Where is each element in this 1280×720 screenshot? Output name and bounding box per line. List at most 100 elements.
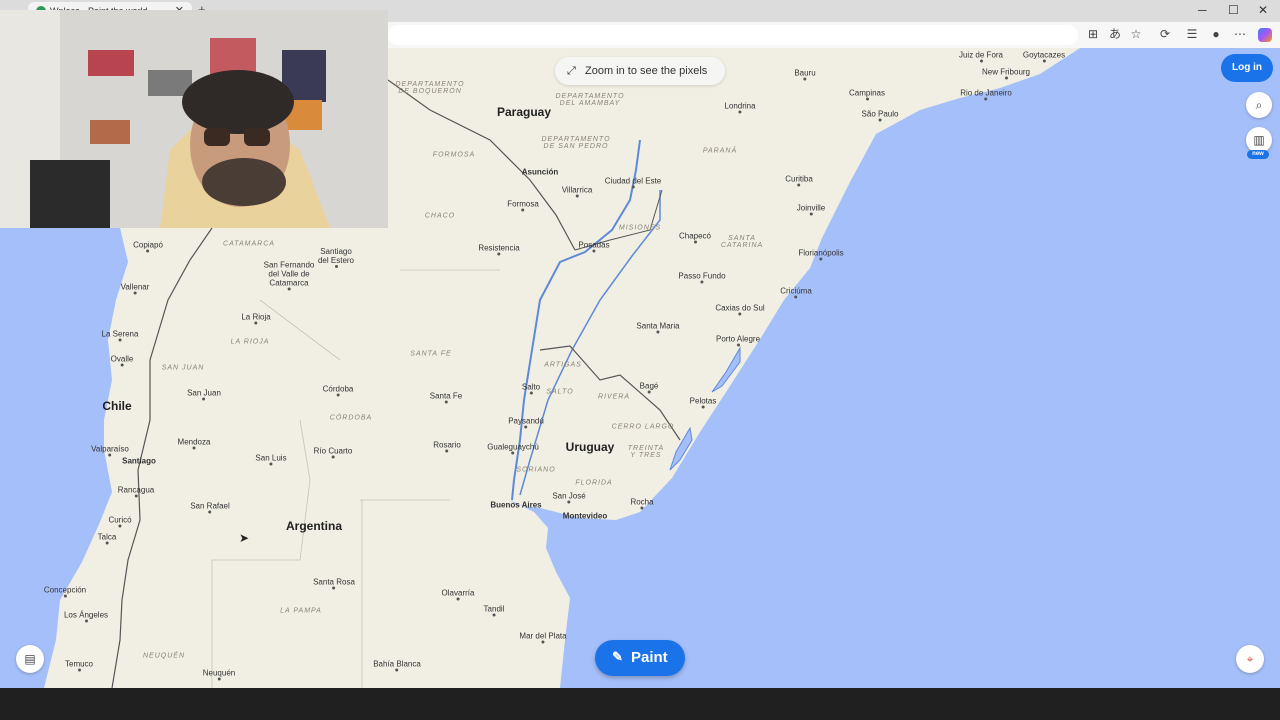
map-label-region: FLORIDA [575, 479, 613, 487]
map-label-city: Criciúma [780, 286, 812, 299]
map-label-region: FORMOSA [432, 151, 476, 159]
favorite-star-icon[interactable]: ☆ [1128, 26, 1144, 42]
map-label-city: Goytacazes [1022, 50, 1066, 63]
map-label-capital: Asunción [521, 167, 559, 177]
map-label-city: Talca [97, 532, 117, 545]
map-label-city: Los Ángeles [63, 610, 109, 623]
map-label-region: SAN JUAN [161, 364, 205, 372]
map-label-city: Ovalle [110, 354, 134, 367]
map-label-city: Villarrica [561, 185, 593, 198]
address-bar[interactable] [388, 25, 1078, 45]
map-label-city: Campinas [848, 88, 886, 101]
map-label-city: Tandil [483, 604, 505, 617]
map-label-city: Pelotas [689, 396, 717, 409]
map-label-region: DEPARTAMENTO DE SAN PEDRO [541, 136, 611, 150]
map-label-city: Vallenar [120, 282, 150, 295]
map-label-region: NEUQUÉN [142, 652, 186, 660]
favorites-list-icon[interactable]: ☰ [1184, 26, 1200, 42]
map-label-city: Curitiba [785, 174, 813, 187]
atlantic-ocean [510, 48, 1280, 688]
map-label-city: Florianópolis [798, 248, 844, 261]
taskbar-strip [0, 688, 1280, 720]
brush-icon: ✎ [612, 649, 623, 664]
map-label-city: Santiago del Estero [317, 247, 355, 268]
login-button[interactable]: Log in [1221, 54, 1273, 82]
map-label-city: Rosario [433, 440, 461, 453]
map-label-city: Río Cuarto [313, 446, 353, 459]
map-label-capital: Buenos Aires [490, 500, 542, 510]
map-label-city: Bahía Blanca [373, 659, 421, 672]
map-label-region: DEPARTAMENTO DEL AMAMBAY [555, 93, 625, 107]
read-aloud-icon[interactable]: あ [1107, 26, 1123, 42]
map-label-city: Rocha [630, 497, 654, 510]
map-label-city: Formosa [507, 199, 539, 212]
map-label-city: La Serena [101, 329, 139, 342]
webcam-overlay [0, 10, 388, 228]
map-label-capital: Montevideo [562, 511, 608, 521]
map-label-region: ARTIGAS [544, 361, 582, 369]
map-label-country: Uruguay [565, 440, 615, 454]
close-window-button[interactable]: ✕ [1258, 3, 1268, 17]
map-label-region: SANTA FE [410, 350, 452, 358]
map-label-city: San Rafael [190, 501, 230, 514]
map-label-region: SANTA CATARINA [720, 235, 764, 249]
more-options-icon[interactable]: ⋯ [1232, 26, 1248, 42]
map-label-city: Concepción [43, 585, 87, 598]
map-label-region: LA RIOJA [230, 338, 270, 346]
map-label-city: Resistencia [478, 243, 520, 256]
map-label-city: Olavarría [441, 588, 475, 601]
map-label-city: New Fribourg [981, 67, 1031, 80]
map-label-region: CATAMARCA [223, 240, 275, 248]
map-style-icon[interactable]: ▤ [16, 645, 44, 673]
webcam-video [0, 10, 388, 228]
zoom-hint-text: Zoom in to see the pixels [585, 65, 708, 77]
map-label-city: Curicó [108, 515, 132, 528]
map-label-city: Londrina [724, 101, 756, 114]
map-label-city: Gualeguaychú [487, 442, 539, 455]
map-label-capital: Santiago [122, 456, 156, 466]
copilot-icon[interactable] [1258, 28, 1272, 42]
split-screen-icon[interactable]: ⊞ [1085, 26, 1101, 42]
maximize-button[interactable]: ☐ [1228, 3, 1239, 17]
map-label-country: Chile [102, 399, 132, 413]
map-label-city: Rancagua [117, 485, 155, 498]
zoom-hint-pill: ⤢ Zoom in to see the pixels [555, 57, 725, 85]
map-label-city: La Rioja [241, 312, 271, 325]
map-label-city: Santa Fe [429, 391, 463, 404]
zoom-magnify-icon: ⤢ [567, 65, 576, 77]
map-label-region: PARANÁ [702, 147, 738, 155]
map-label-city: Rio de Janeiro [960, 88, 1012, 101]
mouse-cursor-icon: ➤ [239, 531, 250, 545]
map-label-city: Valparaíso [91, 444, 129, 457]
map-label-city: São Paulo [861, 109, 899, 122]
map-label-city: Mar del Plata [519, 631, 567, 644]
map-label-city: Mendoza [177, 437, 211, 450]
map-label-city: Paysandú [508, 416, 544, 429]
map-label-city: San Luis [255, 453, 287, 466]
map-label-city: Joinville [796, 203, 826, 216]
extensions-icon[interactable]: ⟳ [1157, 26, 1173, 42]
minimize-button[interactable]: ─ [1198, 3, 1207, 17]
paint-button[interactable]: ✎ Paint [595, 640, 685, 676]
locate-me-icon[interactable]: ⌖ [1236, 645, 1264, 673]
map-label-region: CÓRDOBA [329, 414, 373, 422]
map-label-city: Posadas [578, 240, 610, 253]
map-label-city: Copiapó [133, 240, 163, 253]
map-label-region: CHACO [424, 212, 456, 220]
map-label-region: SORIANO [516, 466, 556, 474]
map-label-city: Neuquén [202, 668, 236, 681]
map-label-country: Argentina [285, 519, 343, 533]
search-location-icon[interactable]: ⌕ [1246, 92, 1272, 118]
map-label-city: Temuco [64, 659, 94, 672]
map-label-city: Bagé [639, 381, 659, 394]
map-label-city: Ciudad del Este [604, 176, 662, 189]
map-label-city: San Fernando del Valle de Catamarca [263, 260, 315, 291]
map-label-region: SALTO [546, 388, 574, 396]
map-label-city: Porto Alegre [715, 334, 761, 347]
profile-avatar-icon[interactable]: ● [1208, 26, 1224, 42]
map-label-region: CERRO LARGO [611, 423, 675, 431]
map-label-city: Caxias do Sul [715, 303, 765, 316]
map-label-city: Passo Fundo [678, 271, 726, 284]
map-label-city: Santa Maria [636, 321, 680, 334]
paint-label: Paint [631, 649, 668, 666]
